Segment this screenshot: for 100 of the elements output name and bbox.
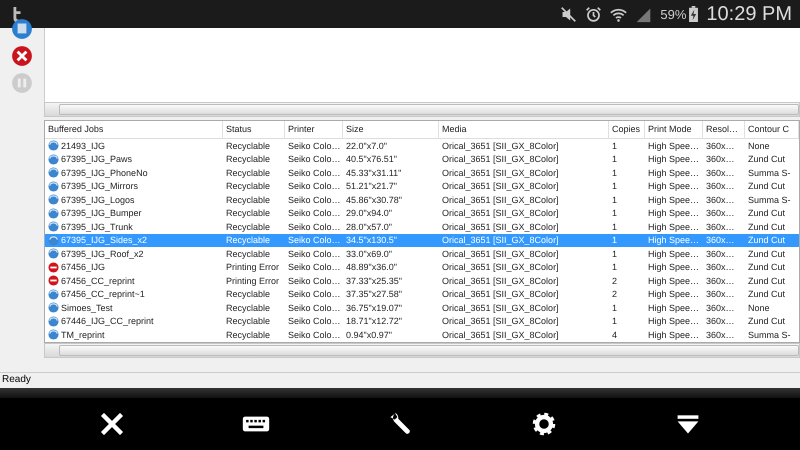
table-cell: 1 xyxy=(612,194,618,205)
table-cell: 1 xyxy=(612,316,618,326)
job-row[interactable]: 67446_IJG_CC_reprint Recyclable Seiko Colo… 18.71"x12.72" Orical_3651 [SII_GX_8Color] 1 High Spee… 360x… Zund Cut xyxy=(45,314,799,328)
battery-charging-icon xyxy=(689,6,698,22)
cancel-icon[interactable] xyxy=(11,45,33,67)
table-cell: High Spee… xyxy=(648,194,700,205)
table-cell: Printing Error xyxy=(226,276,280,286)
job-row[interactable]: 67395_IJG_Mirrors Recyclable Seiko Colo… 51.21"x21.7" Orical_3651 [SII_GX_8Color] 1 High Spee… 360x… Zund Cut xyxy=(45,180,799,193)
column-header[interactable]: Media xyxy=(439,121,609,138)
table-cell: Zund Cut xyxy=(748,181,786,192)
table-cell: 360x… xyxy=(706,302,735,313)
clock-time: 10:29 PM xyxy=(706,2,792,26)
table-cell: 1 xyxy=(612,262,618,272)
table-cell: 360x… xyxy=(706,154,735,164)
battery-percent: 59% xyxy=(660,6,686,22)
column-header[interactable]: Contour C xyxy=(745,121,799,138)
table-cell: Recyclable xyxy=(226,168,270,178)
job-row[interactable]: 67395_IJG_Logos Recyclable Seiko Colo… 45.86"x30.78" Orical_3651 [SII_GX_8Color] 1 High Spee… 360x… Summa S- xyxy=(45,193,799,206)
table-cell: Seiko Colo… xyxy=(288,140,341,151)
table-cell: Zund Cut xyxy=(748,222,786,232)
column-header[interactable]: Resol… xyxy=(703,121,745,138)
job-row[interactable]: 67395_IJG_Trunk Recyclable Seiko Colo… 28.0"x57.0" Orical_3651 [SII_GX_8Color] 1 High Spee… 360x… Zund Cut xyxy=(45,220,799,234)
table-cell: Seiko Colo… xyxy=(288,222,341,232)
close-icon[interactable] xyxy=(98,411,126,437)
table-cell: Printing Error xyxy=(226,262,280,272)
table-cell: Seiko Colo… xyxy=(288,208,341,218)
job-row[interactable]: 21493_IJG Recyclable Seiko Colo… 22.0"x7.0" Orical_3651 [SII_GX_8Color] 1 High Spee… 360x… None xyxy=(45,139,799,152)
table-cell: Recyclable xyxy=(226,316,270,326)
table-cell: Seiko Colo… xyxy=(288,289,341,300)
horizontal-scrollbar[interactable] xyxy=(44,342,800,358)
job-row[interactable]: 67456_IJG Printing Error Seiko Colo… 48.89"x36.0" Orical_3651 [SII_GX_8Color] 1 High Spee… 360x… Zund Cut xyxy=(45,260,799,274)
table-cell: Orical_3651 [SII_GX_8Color] xyxy=(442,316,559,326)
table-cell: 28.0"x57.0" xyxy=(346,222,392,232)
table-cell: Recyclable xyxy=(226,140,270,151)
table-cell: 67395_IJG_Mirrors xyxy=(61,181,138,192)
table-cell: 45.86"x30.78" xyxy=(346,194,402,205)
table-cell: High Spee… xyxy=(648,330,700,340)
column-header[interactable]: Size xyxy=(343,121,439,138)
job-row[interactable]: 67395_IJG_Bumper Recyclable Seiko Colo… 29.0"x94.0" Orical_3651 [SII_GX_8Color] 1 High Spee… 360x… Zund Cut xyxy=(45,206,799,220)
table-cell: 360x… xyxy=(706,140,735,151)
mute-icon xyxy=(560,6,578,22)
job-row[interactable]: 67456_CC_reprint Printing Error Seiko Colo… 37.33"x25.35" Orical_3651 [SII_GX_8Color] 2 High Spee… 360x… Zund Cut xyxy=(45,274,799,288)
job-row[interactable]: Simoes_Test Recyclable Seiko Colo… 36.75"x19.07" Orical_3651 [SII_GX_8Color] 1 High Spee… 360x… None xyxy=(45,301,799,314)
table-cell: 0.94"x0.97" xyxy=(346,330,392,340)
table-cell: 51.21"x21.7" xyxy=(346,181,397,192)
table-cell: 1 xyxy=(612,235,618,246)
column-header[interactable]: Status xyxy=(223,121,285,138)
table-cell: Recyclable xyxy=(226,181,270,192)
table-cell: 37.33"x25.35" xyxy=(346,276,402,286)
table-cell: None xyxy=(748,140,770,151)
table-cell: Zund Cut xyxy=(748,289,786,300)
table-cell: High Spee… xyxy=(648,248,700,259)
table-cell: 67456_IJG xyxy=(61,262,106,272)
table-cell: 1 xyxy=(612,248,618,259)
table-cell: 1 xyxy=(612,222,618,232)
table-cell: Zund Cut xyxy=(748,154,786,164)
table-cell: High Spee… xyxy=(648,222,700,232)
table-cell: 67395_IJG_Paws xyxy=(61,154,132,164)
job-row[interactable]: 67395_IJG_PhoneNo Recyclable Seiko Colo… 45.33"x31.11" Orical_3651 [SII_GX_8Color] 1 High Spee… 360x… Summa S- xyxy=(45,166,799,180)
table-cell: Orical_3651 [SII_GX_8Color] xyxy=(442,208,559,218)
table-cell: 4 xyxy=(612,330,618,340)
table-cell: 360x… xyxy=(706,330,735,340)
table-cell: Seiko Colo… xyxy=(288,181,341,192)
table-cell: 34.5"x130.5" xyxy=(346,235,397,246)
table-cell: Orical_3651 [SII_GX_8Color] xyxy=(442,168,559,178)
table-cell: Seiko Colo… xyxy=(288,235,341,246)
table-cell: TM_reprint xyxy=(61,330,105,340)
table-cell: Recyclable xyxy=(226,154,270,164)
job-row[interactable]: 67395_IJG_Roof_x2 Recyclable Seiko Colo… 33.0"x69.0" Orical_3651 [SII_GX_8Color] 1 High Spee… 360x… Zund Cut xyxy=(45,247,799,260)
table-cell: Recyclable xyxy=(226,194,270,205)
table-cell: 18.71"x12.72" xyxy=(346,316,402,326)
table-cell: 1 xyxy=(612,181,618,192)
column-header[interactable]: Buffered Jobs xyxy=(45,121,223,138)
column-header[interactable]: Copies xyxy=(609,121,645,138)
table-cell: Orical_3651 [SII_GX_8Color] xyxy=(442,276,559,286)
horizontal-scrollbar[interactable] xyxy=(44,102,800,117)
column-header[interactable]: Print Mode xyxy=(645,121,703,138)
table-cell: 67395_IJG_Sides_x2 xyxy=(61,235,148,246)
table-cell: None xyxy=(748,302,770,313)
table-cell: Orical_3651 [SII_GX_8Color] xyxy=(442,222,559,232)
column-header[interactable]: Printer xyxy=(285,121,343,138)
table-cell: High Spee… xyxy=(648,140,700,151)
table-cell: Seiko Colo… xyxy=(288,316,341,326)
settings-icon[interactable] xyxy=(530,411,558,437)
table-cell: 360x… xyxy=(706,222,735,232)
table-cell: 360x… xyxy=(706,235,735,246)
table-cell: Recyclable xyxy=(226,302,270,313)
table-cell: 29.0"x94.0" xyxy=(346,208,392,218)
table-cell: 1 xyxy=(612,302,618,313)
table-cell: Seiko Colo… xyxy=(288,154,341,164)
table-cell: 67395_IJG_Bumper xyxy=(61,208,142,218)
job-row[interactable]: 67395_IJG_Paws Recyclable Seiko Colo… 40.5"x76.51" Orical_3651 [SII_GX_8Color] 1 High Spee… 360x… Zund Cut xyxy=(45,152,799,166)
job-row[interactable]: TM_reprint Recyclable Seiko Colo… 0.94"x0.97" Orical_3651 [SII_GX_8Color] 4 High Spee… 360x… Summa S- xyxy=(45,328,799,342)
table-cell: 2 xyxy=(612,289,618,300)
table-cell: Zund Cut xyxy=(748,235,786,246)
table-cell: Zund Cut xyxy=(748,248,786,259)
table-cell: 360x… xyxy=(706,208,735,218)
table-cell: High Spee… xyxy=(648,316,700,326)
job-row[interactable]: 67456_CC_reprint~1 Recyclable Seiko Colo… 37.35"x27.58" Orical_3651 [SII_GX_8Color] 2 High Spee… 360x… Zund Cut xyxy=(45,288,799,301)
stop-icon[interactable] xyxy=(11,18,33,40)
